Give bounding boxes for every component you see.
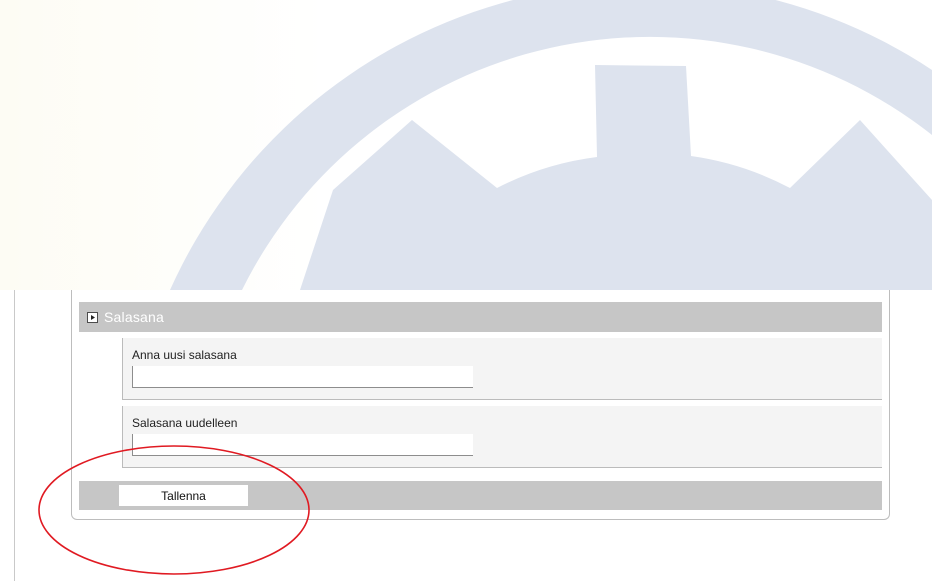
header-banner [0, 0, 932, 290]
expand-triangle-icon[interactable] [87, 311, 98, 323]
confirm-password-input[interactable] [132, 434, 473, 456]
save-button[interactable]: Tallenna [119, 485, 248, 506]
new-password-row: Anna uusi salasana [122, 338, 882, 400]
form-footer: Tallenna [79, 481, 882, 510]
confirm-password-label: Salasana uudelleen [132, 416, 238, 430]
confirm-password-row: Salasana uudelleen [122, 406, 882, 468]
section-title: Salasana [104, 309, 164, 325]
screenshot-stage: Salasana Anna uusi salasana Salasana uud… [0, 0, 932, 581]
left-divider [14, 290, 15, 581]
new-password-label: Anna uusi salasana [132, 348, 237, 362]
gear-logo-icon [170, 0, 932, 290]
section-header-salasana[interactable]: Salasana [79, 302, 882, 332]
new-password-input[interactable] [132, 366, 473, 388]
